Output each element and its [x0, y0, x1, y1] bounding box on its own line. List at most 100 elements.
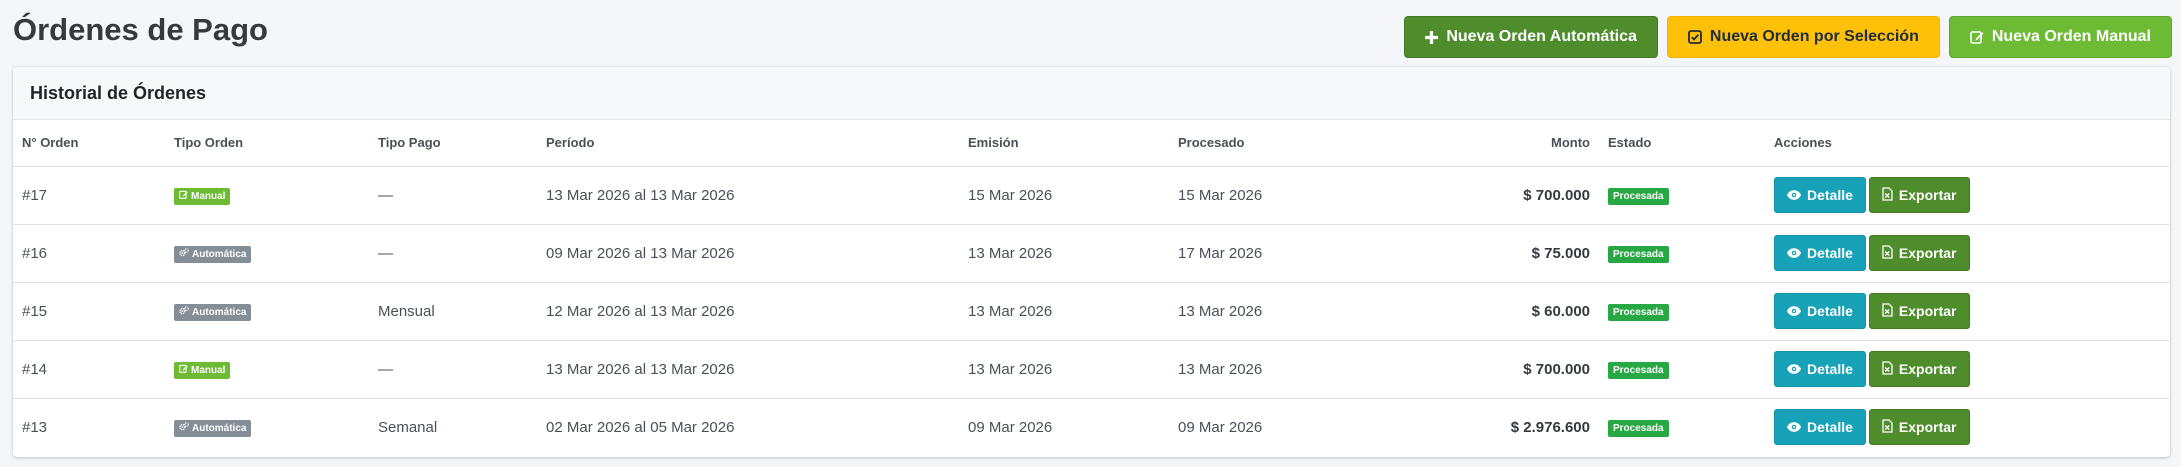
order-type-cell: Automática [165, 224, 369, 283]
issue-date: 13 Mar 2026 [959, 282, 1169, 341]
cogs-icon [179, 247, 189, 261]
export-label: Exportar [1898, 187, 1957, 203]
col-header-tipo-orden[interactable]: Tipo Orden [165, 120, 369, 167]
file-excel-icon [1882, 302, 1893, 320]
order-type-cell: Manual [165, 340, 369, 399]
processed-date: 13 Mar 2026 [1169, 340, 1353, 399]
col-header-monto[interactable]: Monto [1353, 120, 1599, 167]
col-header-estado[interactable]: Estado [1599, 120, 1765, 167]
new-manual-order-button[interactable]: Nueva Orden Manual [1948, 16, 2172, 58]
new-auto-order-button[interactable]: Nueva Orden Automática [1404, 16, 1658, 58]
table-row: #17 Manual — 13 Mar 2026 al 13 Mar 2026 … [13, 166, 2170, 225]
status-badge: Procesada [1608, 245, 1669, 263]
detail-label: Detalle [1807, 187, 1853, 203]
new-selection-order-label: Nueva Orden por Selección [1709, 28, 1919, 45]
file-excel-icon [1882, 244, 1893, 262]
eye-icon [1787, 361, 1801, 377]
period: 13 Mar 2026 al 13 Mar 2026 [537, 340, 959, 399]
eye-icon [1787, 303, 1801, 319]
order-type-badge: Automática [174, 303, 252, 321]
new-auto-order-label: Nueva Orden Automática [1446, 28, 1637, 45]
order-type-cell: Manual [165, 166, 369, 225]
row-actions: Detalle Exportar [1765, 166, 2170, 225]
export-button[interactable]: Exportar [1868, 177, 1970, 213]
order-type-badge: Manual [174, 361, 231, 379]
issue-date: 13 Mar 2026 [959, 340, 1169, 399]
period: 12 Mar 2026 al 13 Mar 2026 [537, 282, 959, 341]
period: 09 Mar 2026 al 13 Mar 2026 [537, 224, 959, 283]
payment-type: Semanal [378, 418, 438, 436]
orders-history-card: Historial de Órdenes N° Orden Tipo Orden… [13, 67, 2170, 457]
payment-type: — [369, 340, 537, 399]
eye-icon [1787, 187, 1801, 203]
amount: $ 2.976.600 [1510, 418, 1590, 436]
check-square-icon [1687, 30, 1702, 44]
orders-table: N° Orden Tipo Orden Tipo Pago Período Em… [13, 120, 2170, 456]
status-badge: Procesada [1608, 187, 1669, 205]
status-cell: Procesada [1599, 224, 1765, 283]
col-header-periodo[interactable]: Período [537, 120, 959, 167]
amount: $ 60.000 [1353, 282, 1599, 341]
file-excel-icon [1882, 360, 1893, 378]
export-button[interactable]: Exportar [1868, 235, 1970, 271]
page-title: Órdenes de Pago [13, 12, 268, 47]
row-actions: Detalle Exportar [1765, 224, 2170, 283]
export-button[interactable]: Exportar [1868, 409, 1970, 446]
table-row: #14 Manual — 13 Mar 2026 al 13 Mar 2026 … [13, 340, 2170, 399]
edit-icon [179, 364, 188, 377]
file-excel-icon [1882, 186, 1893, 204]
detail-button[interactable]: Detalle [1774, 409, 1866, 446]
status-badge: Procesada [1608, 361, 1669, 379]
export-label: Exportar [1898, 361, 1957, 377]
row-actions: Detalle Exportar [1765, 398, 2170, 456]
new-manual-order-label: Nueva Orden Manual [1991, 28, 2151, 45]
page: Órdenes de Pago Nueva Orden Automática N… [0, 0, 2181, 467]
order-type-badge: Automática [174, 419, 252, 437]
cogs-icon [179, 305, 189, 319]
order-type-label: Automática [192, 248, 247, 260]
status-cell: Procesada [1599, 166, 1765, 225]
detail-button[interactable]: Detalle [1774, 351, 1866, 387]
issue-date: 13 Mar 2026 [959, 224, 1169, 283]
status-cell: Procesada [1599, 398, 1765, 456]
detail-label: Detalle [1807, 245, 1853, 261]
col-header-tipo-pago[interactable]: Tipo Pago [369, 120, 537, 167]
order-type-label: Automática [192, 422, 247, 434]
status-badge: Procesada [1608, 419, 1669, 437]
file-excel-icon [1882, 419, 1893, 436]
order-number: #16 [13, 224, 165, 283]
amount: $ 700.000 [1353, 166, 1599, 225]
order-number: #17 [13, 166, 165, 225]
header-actions: Nueva Orden Automática Nueva Orden por S… [1404, 16, 2172, 58]
eye-icon [1787, 419, 1801, 435]
row-actions: Detalle Exportar [1765, 340, 2170, 399]
processed-date: 09 Mar 2026 [1178, 418, 1263, 436]
detail-label: Detalle [1807, 361, 1853, 377]
col-header-numero[interactable]: N° Orden [13, 120, 165, 167]
col-header-procesado[interactable]: Procesado [1169, 120, 1353, 167]
status-cell: Procesada [1599, 282, 1765, 341]
table-header-row: N° Orden Tipo Orden Tipo Pago Período Em… [13, 120, 2170, 167]
order-type-label: Manual [191, 364, 226, 376]
payment-type: Mensual [369, 282, 537, 341]
export-button[interactable]: Exportar [1868, 351, 1970, 387]
table-row: #16 Automática — 09 Mar 2026 al 13 Mar 2… [13, 224, 2170, 283]
detail-button[interactable]: Detalle [1774, 177, 1866, 213]
detail-button[interactable]: Detalle [1774, 235, 1866, 271]
order-type-badge: Manual [174, 187, 231, 205]
export-label: Exportar [1898, 245, 1957, 261]
order-number: #15 [13, 282, 165, 341]
status-cell: Procesada [1599, 340, 1765, 399]
amount: $ 700.000 [1353, 340, 1599, 399]
eye-icon [1787, 245, 1801, 261]
detail-label: Detalle [1807, 419, 1853, 436]
detail-button[interactable]: Detalle [1774, 293, 1866, 329]
col-header-emision[interactable]: Emisión [959, 120, 1169, 167]
row-actions: Detalle Exportar [1765, 282, 2170, 341]
order-type-label: Automática [192, 306, 247, 318]
order-type-cell: Automática [165, 398, 369, 456]
export-button[interactable]: Exportar [1868, 293, 1970, 329]
order-number: #13 [22, 418, 48, 436]
new-selection-order-button[interactable]: Nueva Orden por Selección [1666, 16, 1940, 58]
edit-icon [1970, 30, 1984, 44]
